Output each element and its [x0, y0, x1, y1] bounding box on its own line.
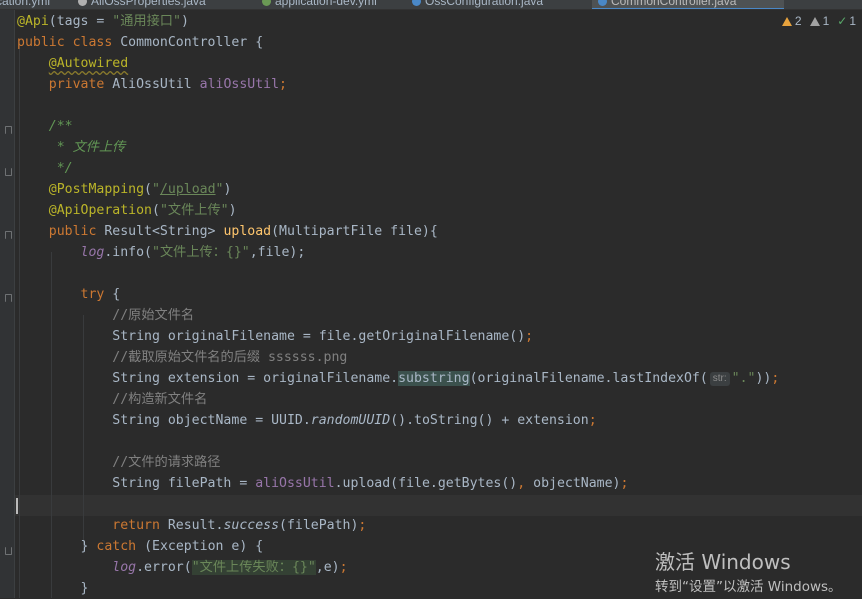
code-line-17: //截取原始文件名的后缀 ssssss.png: [112, 350, 348, 365]
code-line-9: @PostMapping("/upload"): [48, 182, 232, 197]
code-line-28: }: [80, 581, 89, 596]
code-line-20: String objectName = UUID.randomUUID().to…: [112, 413, 597, 428]
code-line-12: log.info("文件上传：{}",file);: [80, 245, 306, 260]
code-line-6: /**: [48, 119, 73, 134]
check-icon: ✓: [837, 14, 848, 28]
tab-application-dev-yml[interactable]: application-dev.yml: [262, 0, 377, 8]
code-line-10: @ApiOperation("文件上传"): [48, 203, 237, 218]
yaml-file-icon: [262, 0, 271, 7]
tab-application-yml[interactable]: cation.yml: [0, 0, 50, 8]
code-line-4: private AliOssUtil aliOssUtil;: [48, 77, 287, 92]
warnings-indicator[interactable]: 2: [781, 14, 802, 28]
fold-icon[interactable]: [5, 168, 12, 176]
tab-alioss-properties[interactable]: AliOssProperties.java: [78, 0, 206, 8]
code-editor[interactable]: @Api(tags = "通用接口") public class CommonC…: [15, 10, 862, 598]
typo-indicator[interactable]: ✓ 1: [837, 14, 856, 28]
code-line-11: public Result<String> upload(MultipartFi…: [48, 224, 438, 239]
code-line-23: String filePath = aliOssUtil.upload(file…: [112, 476, 629, 491]
windows-activation-watermark: 激活 Windows 转到“设置”以激活 Windows。: [655, 549, 842, 599]
tab-common-controller[interactable]: CommonController.java: [592, 0, 784, 9]
java-class-icon: [412, 0, 421, 7]
fold-icon[interactable]: [5, 126, 12, 134]
tab-oss-configuration[interactable]: OssConfiguration.java: [412, 0, 543, 8]
code-line-15: //原始文件名: [112, 308, 195, 323]
watermark-subtitle: 转到“设置”以激活 Windows。: [655, 579, 842, 595]
warning-icon: [781, 17, 792, 26]
code-line-22: //文件的请求路径: [112, 455, 221, 470]
code-line-16: String originalFilename = file.getOrigin…: [112, 329, 534, 344]
watermark-title: 激活 Windows: [655, 550, 791, 574]
weak-warning-icon: [809, 17, 820, 26]
code-line-18: String extension = originalFilename.subs…: [112, 371, 780, 386]
code-line-3: @Autowired: [48, 56, 129, 71]
code-line-26: } catch (Exception e) {: [80, 539, 264, 554]
text-caret: [16, 498, 18, 514]
code-line-14: try {: [80, 287, 121, 302]
code-line-27: log.error("文件上传失败：{}",e);: [112, 560, 348, 575]
weak-warnings-indicator[interactable]: 1: [809, 14, 829, 28]
code-line-19: //构造新文件名: [112, 392, 208, 407]
code-line-8: */: [48, 161, 73, 176]
code-line-2: public class CommonController {: [17, 35, 264, 50]
editor-gutter[interactable]: [0, 10, 15, 598]
java-class-icon: [598, 0, 607, 7]
parameter-hint: str:: [709, 372, 730, 386]
code-line-25: return Result.success(filePath);: [112, 518, 367, 533]
inspections-widget[interactable]: 2 1 ✓ 1: [781, 14, 856, 28]
fold-icon[interactable]: [5, 231, 12, 239]
code-line-7: * 文件上传: [48, 140, 126, 155]
fold-icon[interactable]: [5, 294, 12, 302]
editor-tab-bar: cation.yml AliOssProperties.java applica…: [0, 0, 862, 10]
current-line-highlight: [15, 495, 862, 516]
code-line-1: @Api(tags = "通用接口"): [17, 14, 189, 29]
fold-icon[interactable]: [5, 547, 12, 555]
java-class-icon: [78, 0, 87, 7]
